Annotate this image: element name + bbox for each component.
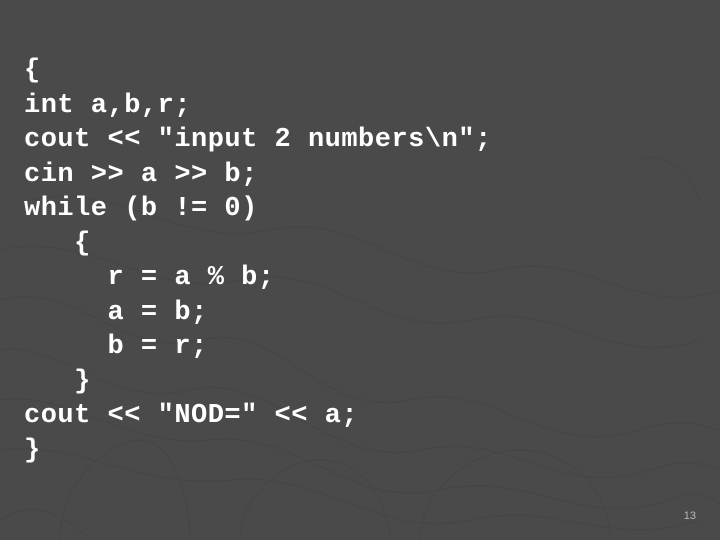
code-line: cout << "input 2 numbers\n";	[24, 123, 696, 158]
code-line: cin >> a >> b;	[24, 158, 696, 193]
code-line: while (b != 0)	[24, 192, 696, 227]
code-line: {	[24, 54, 696, 89]
code-line: a = b;	[24, 296, 696, 331]
code-line: }	[24, 365, 696, 400]
code-line: {	[24, 227, 696, 262]
code-line: int a,b,r;	[24, 89, 696, 124]
code-line: r = a % b;	[24, 261, 696, 296]
code-line: }	[24, 434, 696, 469]
code-line: cout << "NOD=" << a;	[24, 399, 696, 434]
code-block: { int a,b,r; cout << "input 2 numbers\n"…	[0, 0, 720, 469]
page-number: 13	[684, 510, 696, 522]
code-line: b = r;	[24, 330, 696, 365]
